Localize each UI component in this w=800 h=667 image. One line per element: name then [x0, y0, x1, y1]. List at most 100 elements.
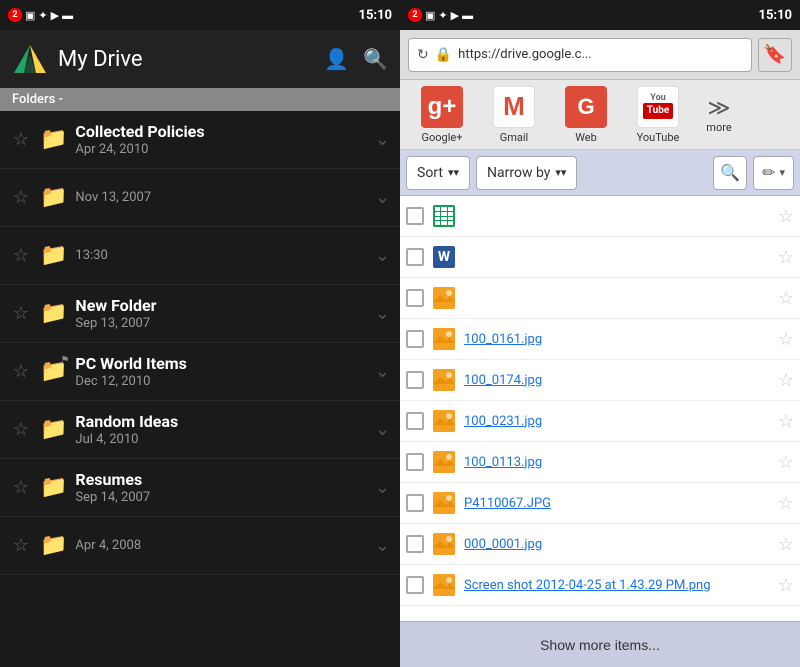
star-icon[interactable]: ☆	[10, 535, 32, 556]
list-item[interactable]: 100_0161.jpg ☆	[400, 319, 800, 360]
yt-logo: You Tube	[643, 94, 673, 119]
chevron-down-icon[interactable]: ⌄	[375, 129, 390, 150]
star-icon[interactable]: ☆	[778, 370, 794, 391]
folder-info: Collected Policies Apr 24, 2010	[75, 122, 367, 158]
list-item[interactable]: 100_0113.jpg ☆	[400, 442, 800, 483]
list-item[interactable]: ☆ 📁 Nov 13, 2007 ⌄	[0, 169, 400, 227]
star-icon[interactable]: ☆	[10, 245, 32, 266]
chevron-down-icon[interactable]: ⌄	[375, 477, 390, 498]
account-icon[interactable]: 👤	[324, 47, 349, 71]
web-g-icon: G	[577, 94, 594, 120]
search-button[interactable]: 🔍	[713, 156, 747, 190]
star-icon[interactable]: ☆	[10, 303, 32, 324]
bookmark-gmail[interactable]: M Gmail	[478, 80, 550, 150]
folder-icon: 📁	[40, 475, 67, 500]
narrow-by-button[interactable]: Narrow by ▾▾	[476, 156, 577, 190]
chevron-down-icon[interactable]: ⌄	[375, 187, 390, 208]
wifi-icon-right: ▣	[425, 9, 435, 22]
list-item[interactable]: ☆ 📁 Random Ideas Jul 4, 2010 ⌄	[0, 401, 400, 459]
star-icon[interactable]: ☆	[778, 452, 794, 473]
list-item[interactable]: ☆ 📁 13:30 ⌄	[0, 227, 400, 285]
search-icon[interactable]: 🔍	[363, 47, 388, 71]
star-icon[interactable]: ☆	[10, 187, 32, 208]
file-checkbox[interactable]	[406, 371, 424, 389]
status-icons-right: 2 ▣ ✦ ▶ ▬	[408, 8, 473, 22]
gplus-logo: g+	[421, 86, 463, 128]
file-name[interactable]: 100_0231.jpg	[464, 414, 772, 429]
file-checkbox[interactable]	[406, 330, 424, 348]
star-icon[interactable]: ☆	[778, 288, 794, 309]
file-name[interactable]: Screen shot 2012-04-25 at 1.43.29 PM.png	[464, 578, 772, 593]
star-icon[interactable]: ☆	[778, 206, 794, 227]
list-item[interactable]: 100_0174.jpg ☆	[400, 360, 800, 401]
notification-badge-right: 2	[408, 8, 422, 22]
list-item[interactable]: ☆ 📁 New Folder Sep 13, 2007 ⌄	[0, 285, 400, 343]
folder-icon: 📁 ⚑	[40, 359, 67, 384]
star-icon[interactable]: ☆	[778, 493, 794, 514]
folder-info: Apr 4, 2008	[75, 538, 367, 553]
chevron-down-icon[interactable]: ⌄	[375, 303, 390, 324]
star-icon[interactable]: ☆	[10, 477, 32, 498]
file-name[interactable]: 100_0113.jpg	[464, 455, 772, 470]
file-checkbox[interactable]	[406, 453, 424, 471]
list-item[interactable]: ☆ 📁 ⚑ PC World Items Dec 12, 2010 ⌄	[0, 343, 400, 401]
star-icon[interactable]: ☆	[778, 575, 794, 596]
file-checkbox[interactable]	[406, 289, 424, 307]
list-item[interactable]: ☆ 📁 Resumes Sep 14, 2007 ⌄	[0, 459, 400, 517]
star-icon[interactable]: ☆	[778, 534, 794, 555]
drive-logo	[12, 41, 48, 77]
file-thumbnail	[430, 571, 458, 599]
file-checkbox[interactable]	[406, 207, 424, 225]
chevron-down-icon[interactable]: ⌄	[375, 535, 390, 556]
bookmark-button[interactable]: 🔖	[758, 38, 792, 72]
bookmark-gplus[interactable]: g+ Google+	[406, 80, 478, 150]
folder-name: New Folder	[75, 296, 367, 317]
bookmark-youtube[interactable]: You Tube YouTube	[622, 80, 694, 150]
folder-date: Apr 4, 2008	[75, 538, 367, 553]
more-button[interactable]: ≫ more	[694, 90, 744, 140]
file-name[interactable]: 100_0174.jpg	[464, 373, 772, 388]
list-item[interactable]: P4110067.JPG ☆	[400, 483, 800, 524]
list-item[interactable]: W ☆	[400, 237, 800, 278]
list-item[interactable]: Screen shot 2012-04-25 at 1.43.29 PM.png…	[400, 565, 800, 606]
folder-icon: 📁	[40, 127, 67, 152]
show-more-button[interactable]: Show more items...	[540, 637, 660, 653]
folder-info: Resumes Sep 14, 2007	[75, 470, 367, 506]
file-checkbox[interactable]	[406, 248, 424, 266]
chevron-down-icon[interactable]: ⌄	[375, 245, 390, 266]
file-checkbox[interactable]	[406, 535, 424, 553]
chevron-down-icon[interactable]: ⌄	[375, 419, 390, 440]
right-panel: 2 ▣ ✦ ▶ ▬ 15:10 ↻ 🔒 https://drive.google…	[400, 0, 800, 667]
list-item[interactable]: 000_0001.jpg ☆	[400, 524, 800, 565]
file-name[interactable]: P4110067.JPG	[464, 496, 772, 511]
star-icon[interactable]: ☆	[10, 129, 32, 150]
compose-button[interactable]: ✏ ▾	[753, 156, 794, 190]
refresh-icon: ↻	[417, 47, 429, 63]
file-name[interactable]: 100_0161.jpg	[464, 332, 772, 347]
folder-date: 13:30	[75, 248, 367, 263]
image-icon	[433, 451, 455, 473]
list-item[interactable]: ☆ 📁 Collected Policies Apr 24, 2010 ⌄	[0, 111, 400, 169]
file-thumbnail	[430, 202, 458, 230]
star-icon[interactable]: ☆	[778, 411, 794, 432]
star-icon[interactable]: ☆	[778, 329, 794, 350]
url-bar[interactable]: ↻ 🔒 https://drive.google.c...	[408, 38, 752, 72]
bookmark-icon: 🔖	[764, 44, 786, 65]
list-item[interactable]: ☆ 📁 Apr 4, 2008 ⌄	[0, 517, 400, 575]
list-item[interactable]: 100_0231.jpg ☆	[400, 401, 800, 442]
image-icon	[433, 574, 455, 596]
star-icon[interactable]: ☆	[10, 361, 32, 382]
file-name[interactable]: 000_0001.jpg	[464, 537, 772, 552]
file-checkbox[interactable]	[406, 576, 424, 594]
file-checkbox[interactable]	[406, 412, 424, 430]
sort-button[interactable]: Sort ▾▾	[406, 156, 470, 190]
chevron-down-icon[interactable]: ⌄	[375, 361, 390, 382]
list-item[interactable]: ☆	[400, 278, 800, 319]
file-checkbox[interactable]	[406, 494, 424, 512]
image-icon	[433, 492, 455, 514]
list-item[interactable]: ☆	[400, 196, 800, 237]
bookmark-web[interactable]: G Web	[550, 80, 622, 150]
app-header: My Drive 👤 🔍	[0, 30, 400, 88]
star-icon[interactable]: ☆	[778, 247, 794, 268]
star-icon[interactable]: ☆	[10, 419, 32, 440]
